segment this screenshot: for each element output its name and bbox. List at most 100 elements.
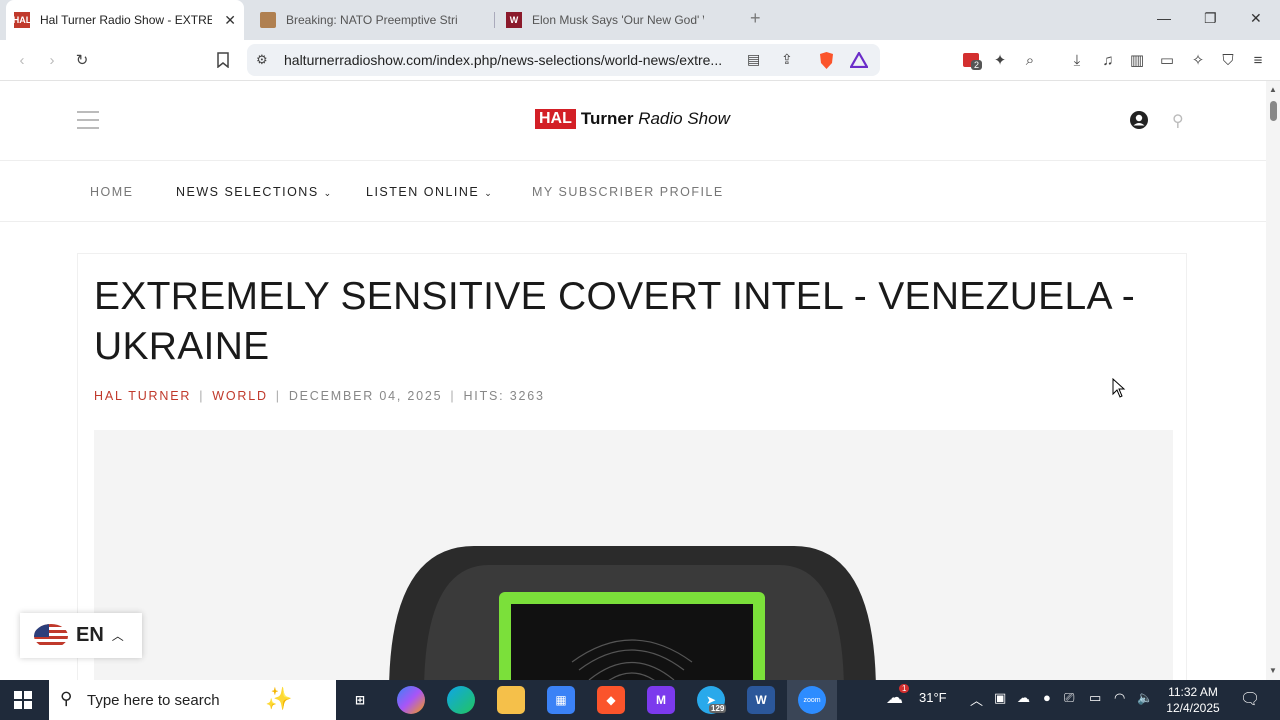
meet-now-icon[interactable]: ▣ [994, 690, 1006, 706]
forward-icon[interactable]: › [42, 50, 62, 70]
us-flag-icon [34, 623, 68, 648]
windows-taskbar: ⚲ Type here to search ✨ ⊞ ▦ ◆ M ➤ 129 W … [0, 680, 1280, 720]
language-selector[interactable]: EN ︿ [20, 613, 142, 658]
news-favicon-icon [260, 12, 276, 28]
article-image [94, 430, 1173, 680]
windows-start-icon[interactable] [14, 691, 32, 709]
microsoft-store-icon[interactable]: ▦ [547, 686, 575, 714]
nav-listen-online[interactable]: LISTEN ONLINE ⌄ [366, 185, 493, 199]
reader-mode-icon[interactable]: ▤ [747, 51, 760, 68]
tab-hal-turner[interactable]: HAL Hal Turner Radio Show - EXTREMELY ✕ [6, 0, 244, 40]
screen-capture-icon[interactable]: ⎚ [1064, 690, 1074, 706]
article-hits: HITS: 3263 [463, 389, 545, 403]
extension-calendar-icon[interactable]: 2 [961, 50, 983, 70]
close-window-icon[interactable]: ✕ [1250, 10, 1262, 27]
weather-badge: 1 [899, 684, 910, 693]
extension-badge: 2 [971, 60, 983, 70]
logo-text: Turner Radio Show [580, 109, 730, 128]
share-icon[interactable]: ⇪ [781, 51, 793, 68]
chevron-up-icon: ︿ [111, 629, 124, 643]
nav-news-selections[interactable]: NEWS SELECTIONS ⌄ [176, 185, 333, 199]
tab-elon-musk[interactable]: W Elon Musk Says 'Our New God' Will C [498, 0, 738, 40]
show-hidden-icons-icon[interactable]: ︿ [970, 690, 983, 709]
minimize-icon[interactable]: — [1157, 10, 1171, 26]
hamburger-menu-icon[interactable] [77, 111, 99, 135]
bookmark-icon[interactable] [213, 50, 233, 70]
telegram-icon[interactable]: ➤ 129 [697, 686, 727, 714]
w-favicon-icon: W [506, 12, 522, 28]
scrollbar-thumb[interactable] [1270, 101, 1277, 121]
language-code: EN [76, 624, 104, 646]
page-scrollbar[interactable]: ▲ ▼ [1266, 81, 1280, 680]
music-icon[interactable]: ♫ [1098, 50, 1118, 70]
telegram-badge: 129 [709, 704, 727, 713]
chevron-down-icon: ⌄ [323, 188, 333, 198]
site-header: HAL Turner Radio Show ⚲ [0, 81, 1266, 161]
site-logo[interactable]: HAL Turner Radio Show [535, 109, 730, 129]
article-category[interactable]: WORLD [212, 389, 268, 403]
new-tab-icon[interactable]: + [750, 8, 761, 29]
article-date: DECEMBER 04, 2025 [288, 389, 443, 403]
fingerprint-device-illustration [389, 546, 876, 680]
logo-badge: HAL [535, 109, 576, 129]
taskbar-search[interactable]: ⚲ Type here to search ✨ [49, 680, 336, 720]
system-clock[interactable]: 11:32 AM 12/4/2025 [1162, 684, 1224, 716]
hal-favicon-icon: HAL [13, 12, 31, 28]
article-card: EXTREMELY SENSITIVE COVERT INTEL - VENEZ… [77, 253, 1187, 680]
extensions-icon[interactable]: ✦ [990, 50, 1010, 70]
address-bar[interactable]: ⚙ halturnerradioshow.com/index.php/news-… [247, 44, 880, 76]
tab-nato[interactable]: Breaking: NATO Preemptive Strike on [252, 0, 490, 40]
brave-rewards-icon[interactable] [850, 52, 868, 68]
clock-date: 12/4/2025 [1166, 701, 1220, 715]
brave-browser-icon[interactable]: ◆ [597, 686, 625, 714]
mail-app-icon[interactable]: M [647, 686, 675, 714]
scroll-up-icon[interactable]: ▲ [1269, 85, 1277, 94]
tab-title: Hal Turner Radio Show - EXTREMELY [40, 13, 212, 27]
copilot-icon[interactable] [397, 686, 425, 714]
wifi-icon[interactable]: ◠ [1114, 690, 1125, 706]
download-icon[interactable]: ⤓ [1067, 50, 1087, 70]
article-author[interactable]: HAL TURNER [94, 389, 191, 403]
nav-subscriber-profile[interactable]: MY SUBSCRIBER PROFILE [532, 185, 724, 199]
article-meta: HAL TURNER | WORLD | DECEMBER 04, 2025 | HITS:… [94, 389, 545, 403]
word-icon[interactable]: W [747, 686, 775, 714]
volume-icon[interactable]: 🔈 [1137, 690, 1153, 706]
tab-title: Elon Musk Says 'Our New God' Will C [532, 13, 704, 27]
notifications-icon[interactable]: 🗨 [1240, 689, 1260, 709]
site-settings-icon[interactable]: ⚙ [256, 52, 268, 68]
search-icon: ⚲ [60, 689, 73, 708]
sparkle-icon: ✨ [265, 686, 293, 711]
sidebar-icon[interactable]: ▥ [1127, 50, 1147, 70]
article-title: EXTREMELY SENSITIVE COVERT INTEL - VENEZ… [94, 275, 1136, 368]
find-icon[interactable]: ⌕ [1020, 50, 1040, 70]
user-account-icon[interactable] [1130, 111, 1148, 129]
battery-icon[interactable]: ▭ [1089, 690, 1101, 706]
web-page: HAL Turner Radio Show ⚲ HOME NEWS SELECT… [0, 81, 1266, 680]
restore-icon[interactable]: ❐ [1204, 10, 1217, 27]
main-navigation: HOME NEWS SELECTIONS ⌄ LISTEN ONLINE ⌄ M… [0, 161, 1266, 222]
vpn-icon[interactable]: ⛉ [1218, 50, 1238, 70]
task-view-icon[interactable]: ⊞ [346, 686, 374, 714]
scroll-down-icon[interactable]: ▼ [1269, 666, 1277, 675]
back-icon[interactable]: ‹ [12, 50, 32, 70]
search-icon[interactable]: ⚲ [1172, 111, 1184, 131]
temperature[interactable]: 31°F [919, 690, 947, 705]
menu-icon[interactable]: ≡ [1248, 50, 1268, 70]
tab-title: Breaking: NATO Preemptive Strike on [286, 13, 458, 27]
wallet-icon[interactable]: ▭ [1157, 50, 1177, 70]
tab-separator [494, 12, 495, 28]
leo-ai-icon[interactable]: ✧ [1188, 50, 1208, 70]
clock-time: 11:32 AM [1168, 685, 1218, 699]
tab-strip: HAL Hal Turner Radio Show - EXTREMELY ✕ … [0, 0, 1280, 40]
url-text[interactable]: halturnerradioshow.com/index.php/news-se… [284, 52, 722, 68]
brave-shield-icon[interactable] [818, 51, 835, 70]
edge-icon[interactable] [447, 686, 475, 714]
close-icon[interactable]: ✕ [224, 12, 236, 29]
file-explorer-icon[interactable] [497, 686, 525, 714]
reload-icon[interactable]: ↻ [72, 50, 92, 70]
microphone-icon[interactable]: ● [1043, 690, 1051, 705]
zoom-taskbar-button[interactable]: zoom [787, 680, 837, 720]
onedrive-icon[interactable]: ☁ [1017, 690, 1030, 706]
chevron-down-icon: ⌄ [484, 188, 494, 198]
nav-home[interactable]: HOME [90, 185, 134, 199]
